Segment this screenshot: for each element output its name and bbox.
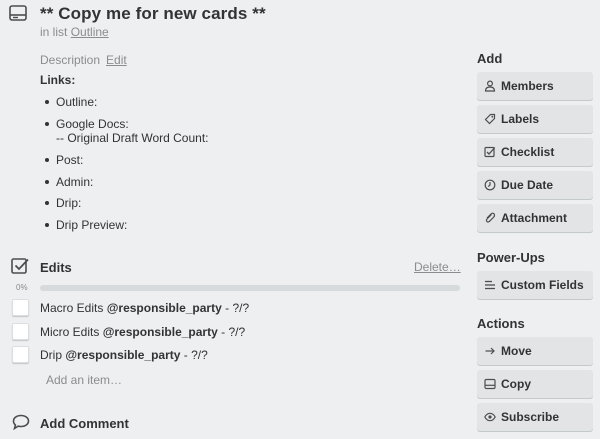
checklist-item-text: Drip: [40, 348, 63, 362]
copy-button-label: Copy: [501, 377, 531, 391]
description-label: Description: [40, 53, 101, 67]
checklist-item-suffix: - ?/?: [221, 325, 246, 339]
custom-fields-button-label: Custom Fields: [501, 278, 584, 292]
list-item-label: Outline:: [56, 95, 98, 109]
move-button[interactable]: Move: [477, 337, 593, 365]
card-title[interactable]: ** Copy me for new cards **: [40, 4, 266, 24]
copy-button[interactable]: Copy: [477, 370, 593, 398]
checklist-item[interactable]: Micro Edits @responsible_party - ?/?: [40, 325, 245, 339]
comment-icon: [12, 414, 30, 430]
checklist-button-label: Checklist: [501, 145, 555, 159]
actions-heading: Actions: [477, 316, 525, 331]
move-button-label: Move: [501, 344, 532, 358]
list-item-label: Drip Preview:: [56, 218, 128, 232]
list-item-post: Post:: [44, 153, 84, 167]
checklist-item[interactable]: Drip @responsible_party - ?/?: [40, 348, 208, 362]
arrow-right-icon: [484, 345, 496, 357]
list-item-outline: Outline:: [44, 95, 98, 109]
add-comment-title: Add Comment: [40, 416, 129, 431]
checklist-icon: [11, 257, 31, 275]
checklist-item-mention: @responsible_party: [102, 325, 218, 339]
tag-icon: [484, 113, 496, 125]
clock-icon: [484, 179, 496, 191]
lines-icon: [484, 279, 496, 291]
checklist-item-suffix: - ?/?: [225, 301, 250, 315]
checkbox-icon: [484, 146, 496, 158]
list-item-drip: Drip:: [44, 196, 82, 210]
card-icon: [9, 5, 27, 21]
progress-bar: [40, 285, 460, 291]
checklist-item-mention: @responsible_party: [65, 348, 181, 362]
add-item-link[interactable]: Add an item…: [46, 373, 122, 387]
list-item-sub: -- Original Draft Word Count:: [56, 131, 209, 145]
attachment-button-label: Attachment: [501, 211, 568, 225]
checklist-item-text: Macro Edits: [40, 301, 104, 315]
checklist-item-suffix: - ?/?: [183, 348, 208, 362]
checklist-checkbox[interactable]: [12, 299, 29, 316]
custom-fields-button[interactable]: Custom Fields: [477, 271, 593, 299]
due-date-button[interactable]: Due Date: [477, 171, 593, 199]
checklist-checkbox[interactable]: [12, 346, 29, 363]
eye-icon: [484, 411, 496, 423]
paperclip-icon: [484, 212, 496, 224]
checklist-item[interactable]: Macro Edits @responsible_party - ?/?: [40, 301, 249, 315]
list-item-google-docs: Google Docs: -- Original Draft Word Coun…: [45, 117, 209, 145]
description-edit-link[interactable]: Edit: [106, 53, 127, 67]
checklist-title[interactable]: Edits: [40, 260, 72, 275]
checklist-item-mention: @responsible_party: [106, 301, 222, 315]
list-link[interactable]: Outline: [71, 25, 109, 39]
attachment-button[interactable]: Attachment: [477, 204, 593, 232]
delete-checklist-link[interactable]: Delete…: [414, 260, 461, 274]
powerups-heading: Power-Ups: [477, 250, 545, 265]
list-item-label: Admin:: [56, 175, 94, 189]
list-item-drip-preview: Drip Preview:: [44, 218, 128, 232]
members-button-label: Members: [501, 79, 554, 93]
members-button[interactable]: Members: [477, 72, 593, 100]
progress-percent: 0%: [16, 283, 28, 292]
checklist-item-text: Micro Edits: [40, 325, 100, 339]
add-heading: Add: [477, 51, 503, 66]
in-list-text: in list Outline: [40, 25, 109, 39]
labels-button[interactable]: Labels: [477, 105, 593, 133]
labels-button-label: Labels: [501, 112, 540, 126]
subscribe-button-label: Subscribe: [501, 410, 560, 424]
in-list-prefix: in list: [40, 25, 68, 39]
description-header: Description Edit: [40, 53, 127, 67]
list-item-label: Google Docs:: [56, 117, 129, 131]
list-item-label: Post:: [56, 153, 84, 167]
list-item-label: Drip:: [56, 196, 82, 210]
subscribe-button[interactable]: Subscribe: [477, 403, 593, 431]
list-item-admin: Admin:: [44, 175, 94, 189]
person-icon: [484, 80, 496, 92]
links-heading: Links:: [40, 73, 76, 87]
checklist-button[interactable]: Checklist: [477, 138, 593, 166]
card-icon: [484, 378, 496, 390]
checklist-checkbox[interactable]: [12, 323, 29, 340]
due-date-button-label: Due Date: [501, 178, 554, 192]
